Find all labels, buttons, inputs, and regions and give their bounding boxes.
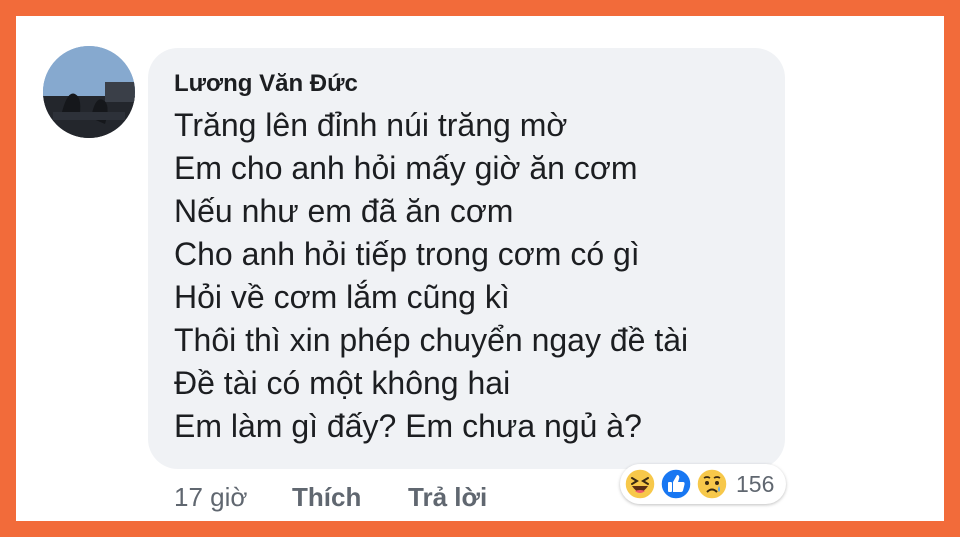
haha-emoji-icon (624, 468, 656, 500)
like-button[interactable]: Thích (292, 482, 361, 513)
sad-emoji-icon (696, 468, 728, 500)
avatar[interactable] (43, 46, 135, 138)
reply-button[interactable]: Trả lời (408, 482, 487, 513)
comment-line: Đề tài có một không hai (174, 365, 511, 401)
reactions-summary[interactable]: 156 (620, 464, 786, 504)
comment-line: Trăng lên đỉnh núi trăng mờ (174, 107, 568, 143)
like-thumb-icon (660, 468, 692, 500)
comment-line: Thôi thì xin phép chuyển ngay đề tài (174, 322, 689, 358)
comment-line: Em làm gì đấy? Em chưa ngủ à? (174, 408, 642, 444)
avatar-photo-icon (43, 46, 135, 138)
comment-author[interactable]: Lương Văn Đức (174, 70, 358, 98)
comment-line: Cho anh hỏi tiếp trong cơm có gì (174, 236, 640, 272)
comment-line: Hỏi về cơm lắm cũng kì (174, 279, 510, 315)
reaction-count: 156 (736, 471, 775, 497)
comment-line: Nếu như em đã ăn cơm (174, 193, 514, 229)
comment-line: Em cho anh hỏi mấy giờ ăn cơm (174, 150, 638, 186)
comment-timestamp[interactable]: 17 giờ (174, 482, 247, 513)
comment-text: Trăng lên đỉnh núi trăng mờ Em cho anh h… (174, 104, 688, 448)
